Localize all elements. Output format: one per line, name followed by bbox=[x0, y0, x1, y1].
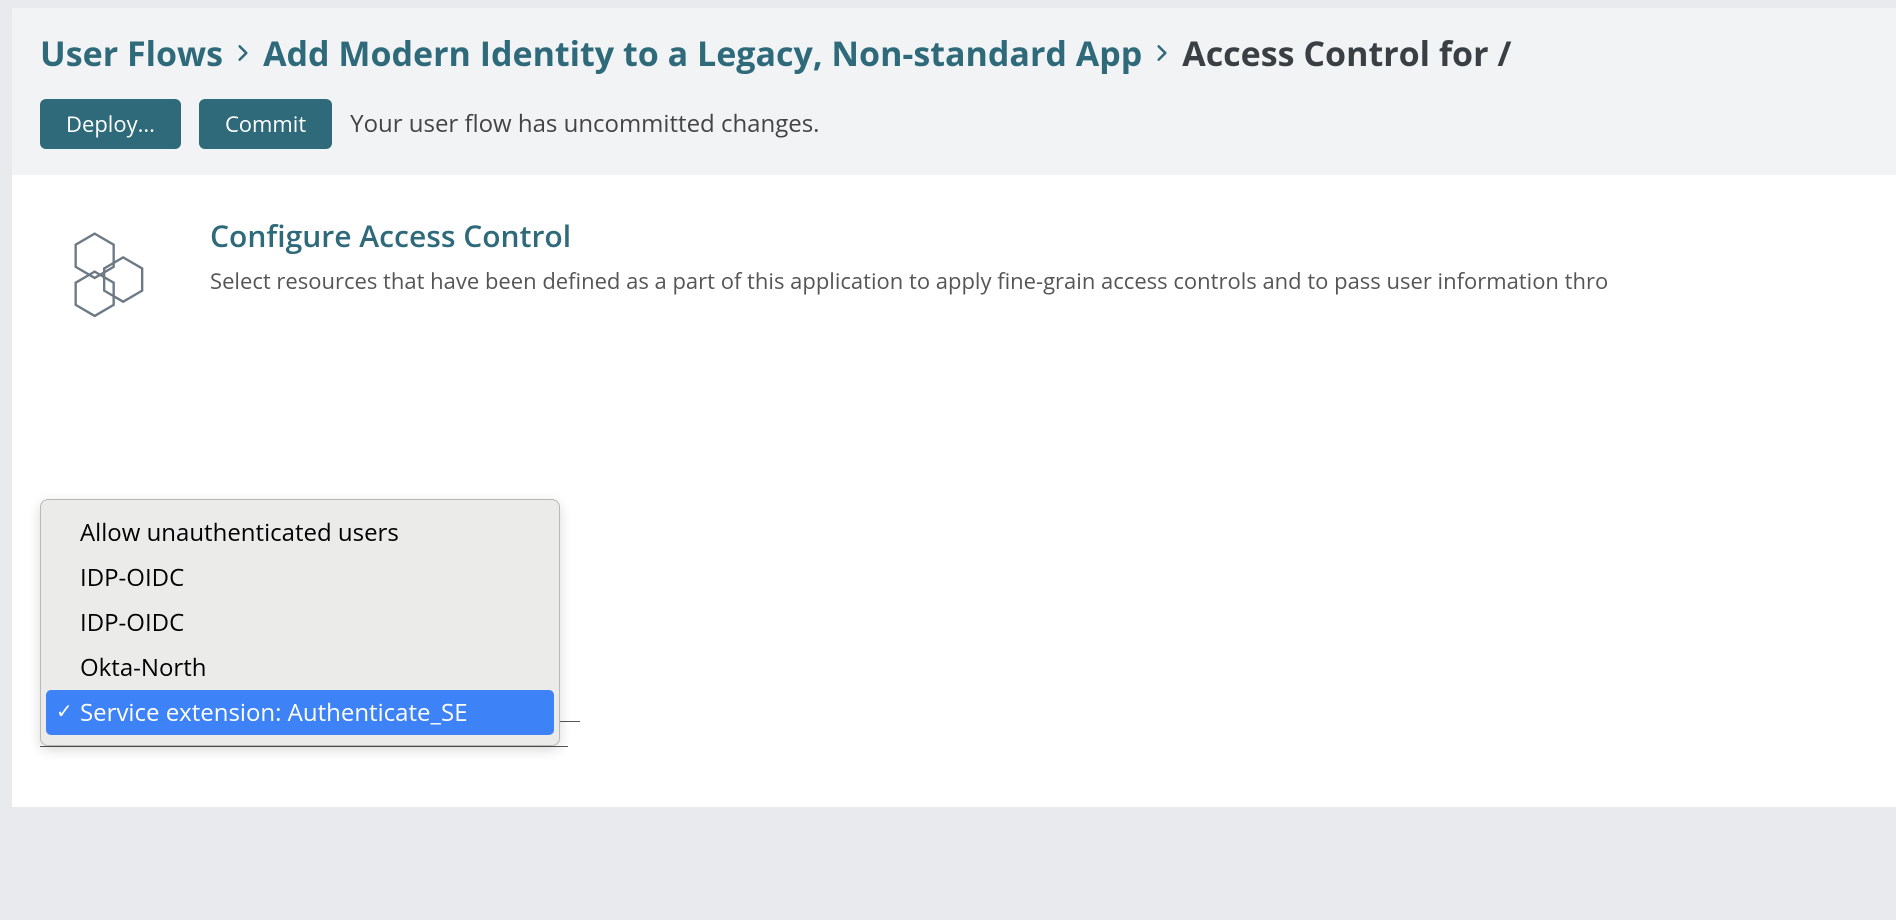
dropdown-option[interactable]: Allow unauthenticated users bbox=[46, 510, 554, 555]
authentication-dropdown[interactable]: Allow unauthenticated usersIDP-OIDCIDP-O… bbox=[40, 499, 560, 746]
section-text: Configure Access Control Select resource… bbox=[210, 215, 1608, 296]
uncommitted-status: Your user flow has uncommitted changes. bbox=[350, 107, 819, 140]
deploy-button[interactable]: Deploy... bbox=[40, 99, 181, 149]
dropdown-option[interactable]: Service extension: Authenticate_SE bbox=[46, 690, 554, 735]
breadcrumb-mid-link[interactable]: Add Modern Identity to a Legacy, Non-sta… bbox=[263, 32, 1142, 75]
chevron-right-icon bbox=[1152, 40, 1172, 66]
section-description: Select resources that have been defined … bbox=[210, 266, 1608, 296]
dropdown-option[interactable]: Okta-North bbox=[46, 645, 554, 690]
commit-button[interactable]: Commit bbox=[199, 99, 332, 149]
hexagon-cluster-icon bbox=[40, 215, 180, 335]
breadcrumb-root-link[interactable]: User Flows bbox=[40, 32, 223, 75]
action-row: Deploy... Commit Your user flow has unco… bbox=[40, 99, 1868, 149]
content-area: Configure Access Control Select resource… bbox=[12, 175, 1896, 807]
section-header: Configure Access Control Select resource… bbox=[40, 215, 1868, 335]
dropdown-option[interactable]: IDP-OIDC bbox=[46, 600, 554, 645]
dropdown-option[interactable]: IDP-OIDC bbox=[46, 555, 554, 600]
chevron-right-icon bbox=[233, 40, 253, 66]
breadcrumb: User Flows Add Modern Identity to a Lega… bbox=[40, 32, 1868, 75]
section-title: Configure Access Control bbox=[210, 215, 1608, 256]
header-band: User Flows Add Modern Identity to a Lega… bbox=[12, 8, 1896, 175]
page-root: User Flows Add Modern Identity to a Lega… bbox=[0, 0, 1896, 807]
breadcrumb-current: Access Control for / bbox=[1182, 32, 1511, 75]
